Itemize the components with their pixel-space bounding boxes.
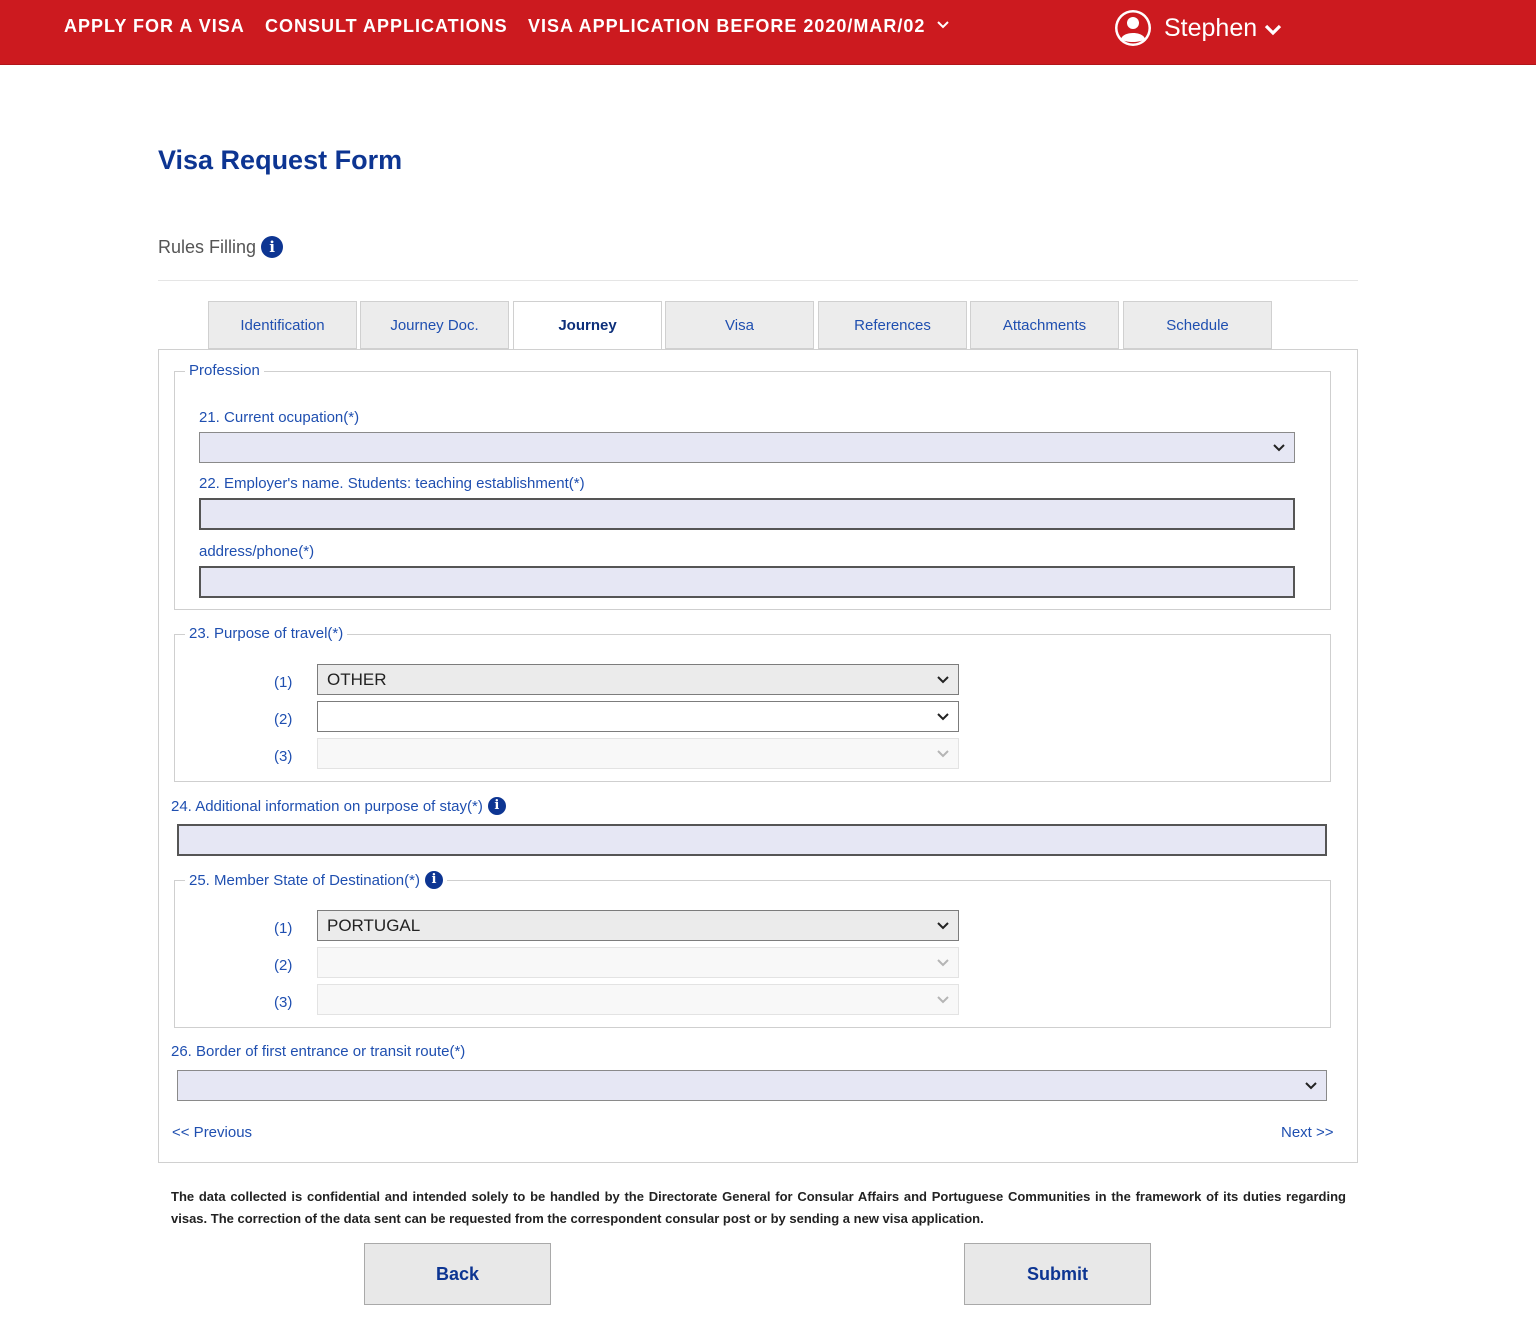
address-phone-input[interactable] bbox=[199, 566, 1295, 598]
user-name: Stephen bbox=[1164, 13, 1258, 42]
tab-journey-doc[interactable]: Journey Doc. bbox=[360, 301, 509, 349]
tab-identification[interactable]: Identification bbox=[208, 301, 357, 349]
member-state-select-1[interactable]: PORTUGAL bbox=[317, 910, 959, 941]
employer-name-label: 22. Employer's name. Students: teaching … bbox=[199, 475, 585, 492]
member-state-row-number: (3) bbox=[274, 994, 293, 1011]
nav-apply-for-visa[interactable]: APPLY FOR A VISA bbox=[64, 16, 245, 37]
member-state-select-2 bbox=[317, 947, 959, 978]
top-navbar: APPLY FOR A VISA CONSULT APPLICATIONS VI… bbox=[0, 0, 1536, 65]
user-menu[interactable]: Stephen bbox=[1113, 8, 1283, 48]
current-occupation-label: 21. Current ocupation(*) bbox=[199, 409, 360, 426]
profession-legend: Profession bbox=[185, 362, 264, 379]
purpose-select-1[interactable]: OTHER bbox=[317, 664, 959, 695]
nav-visa-application-before[interactable]: VISA APPLICATION BEFORE 2020/MAR/02 bbox=[528, 16, 925, 37]
page-title: Visa Request Form bbox=[158, 145, 403, 175]
chevron-down-icon[interactable] bbox=[934, 16, 952, 34]
chevron-down-icon bbox=[937, 676, 949, 684]
additional-info-input[interactable] bbox=[177, 824, 1327, 856]
chevron-down-icon bbox=[937, 996, 949, 1004]
tab-journey[interactable]: Journey bbox=[513, 301, 662, 350]
tab-references[interactable]: References bbox=[818, 301, 967, 349]
address-phone-label: address/phone(*) bbox=[199, 543, 315, 560]
divider bbox=[158, 280, 1358, 281]
chevron-down-icon bbox=[937, 959, 949, 967]
chevron-down-icon bbox=[1265, 24, 1282, 36]
info-icon[interactable]: i bbox=[487, 797, 506, 815]
purpose-row-number: (3) bbox=[274, 748, 293, 765]
rules-filling[interactable]: Rules Filling i bbox=[158, 236, 284, 258]
chevron-down-icon bbox=[1305, 1082, 1317, 1090]
submit-button[interactable]: Submit bbox=[964, 1243, 1151, 1305]
purpose-select-3 bbox=[317, 738, 959, 769]
purpose-row-number: (1) bbox=[274, 674, 293, 691]
member-state-select-3 bbox=[317, 984, 959, 1015]
purpose-select-2[interactable] bbox=[317, 701, 959, 732]
chevron-down-icon bbox=[937, 750, 949, 758]
purpose-legend: 23. Purpose of travel(*) bbox=[185, 625, 348, 642]
member-state-row-number: (1) bbox=[274, 920, 293, 937]
tab-schedule[interactable]: Schedule bbox=[1123, 301, 1272, 349]
member-state-legend: 25. Member State of Destination(*) i bbox=[185, 871, 447, 889]
tab-visa[interactable]: Visa bbox=[665, 301, 814, 349]
purpose-row-number: (2) bbox=[274, 711, 293, 728]
member-state-row-number: (2) bbox=[274, 957, 293, 974]
current-occupation-select[interactable] bbox=[199, 432, 1295, 463]
confidentiality-notice: The data collected is confidential and i… bbox=[171, 1189, 1346, 1226]
chevron-down-icon bbox=[1273, 444, 1285, 452]
previous-link[interactable]: << Previous bbox=[172, 1124, 252, 1141]
tab-attachments[interactable]: Attachments bbox=[970, 301, 1119, 349]
additional-info-label: 24. Additional information on purpose of… bbox=[171, 797, 506, 815]
info-icon[interactable]: i bbox=[261, 236, 284, 258]
back-button[interactable]: Back bbox=[364, 1243, 551, 1305]
employer-name-input[interactable] bbox=[199, 498, 1295, 530]
nav-consult-applications[interactable]: CONSULT APPLICATIONS bbox=[265, 16, 508, 37]
border-select[interactable] bbox=[177, 1070, 1327, 1101]
chevron-down-icon bbox=[937, 713, 949, 721]
chevron-down-icon bbox=[937, 922, 949, 930]
user-avatar-icon bbox=[1115, 10, 1151, 46]
rules-filling-label: Rules Filling bbox=[158, 236, 257, 257]
border-label: 26. Border of first entrance or transit … bbox=[171, 1043, 466, 1060]
info-icon[interactable]: i bbox=[424, 871, 443, 889]
next-link[interactable]: Next >> bbox=[1281, 1124, 1334, 1141]
